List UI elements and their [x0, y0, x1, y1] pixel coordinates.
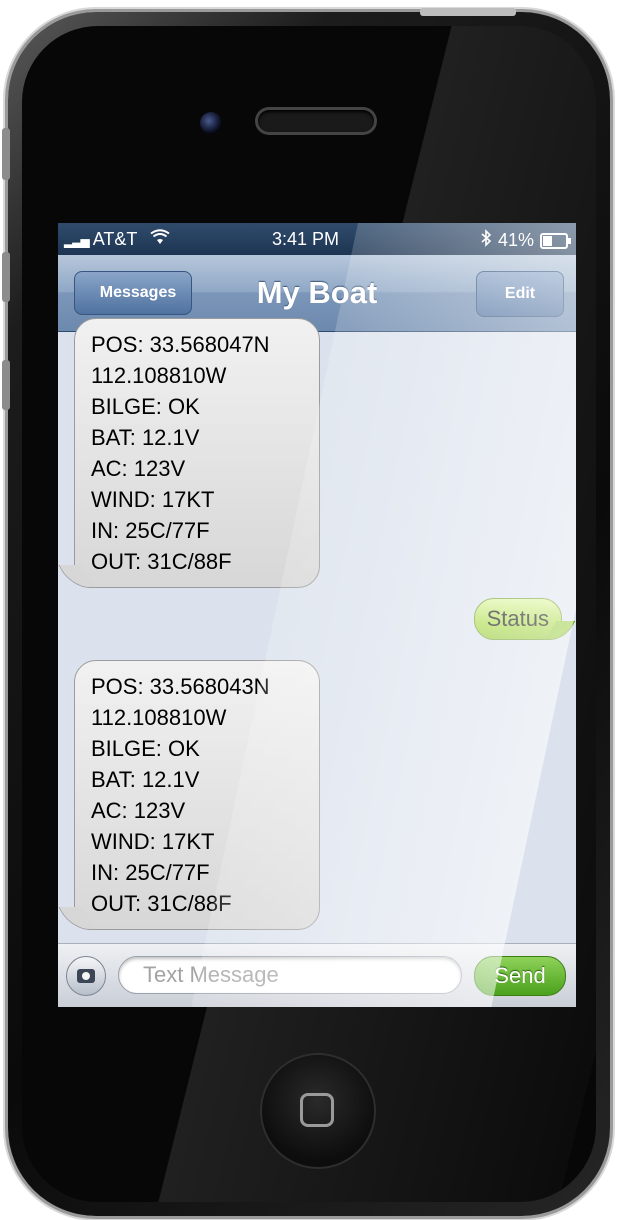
message-line: IN: 25C/77F [91, 518, 210, 543]
send-button[interactable]: Send [474, 956, 566, 996]
message-line: POS: 33.568043N [91, 674, 270, 699]
message-line: OUT: 31C/88F [91, 549, 232, 574]
message-line: IN: 25C/77F [91, 860, 210, 885]
power-button [420, 8, 516, 16]
message-line: AC: 123V [91, 456, 186, 481]
front-camera [200, 112, 222, 134]
mute-switch [2, 128, 10, 180]
message-line: BAT: 12.1V [91, 767, 200, 792]
outgoing-message: Status [473, 598, 562, 640]
message-line: BILGE: OK [91, 736, 200, 761]
phone-screen: ▂▃▅ AT&T 3:41 PM 41% Messages My Boat Ed… [58, 223, 576, 1007]
bluetooth-icon [480, 229, 492, 252]
message-composer: Text Message Send [58, 943, 576, 1007]
message-thread[interactable]: POS: 33.568047N 112.108810W BILGE: OK BA… [58, 318, 576, 942]
incoming-message-1: POS: 33.568047N 112.108810W BILGE: OK BA… [74, 318, 320, 588]
message-line: AC: 123V [91, 798, 186, 823]
signal-bars-icon: ▂▃▅ [64, 234, 90, 248]
battery-icon [540, 232, 571, 249]
carrier-group: ▂▃▅ AT&T [64, 229, 170, 250]
volume-down-button [2, 360, 10, 410]
wifi-icon [150, 229, 170, 249]
home-button-icon [300, 1093, 334, 1127]
status-bar: ▂▃▅ AT&T 3:41 PM 41% [58, 223, 576, 255]
battery-percent: 41% [497, 230, 534, 250]
earpiece-speaker [258, 110, 374, 132]
message-line: WIND: 17KT [91, 829, 215, 854]
camera-button[interactable] [66, 956, 106, 996]
edit-button[interactable]: Edit [476, 271, 564, 317]
message-input[interactable]: Text Message [118, 956, 462, 994]
message-line: OUT: 31C/88F [91, 891, 232, 916]
incoming-message-2: POS: 33.568043N 112.108810W BILGE: OK BA… [74, 660, 320, 930]
message-line: BILGE: OK [91, 394, 200, 419]
carrier-label: AT&T [92, 229, 138, 249]
message-line: 112.108810W [91, 705, 227, 730]
clock: 3:41 PM [272, 229, 340, 249]
message-line: BAT: 12.1V [91, 425, 200, 450]
message-line: 112.108810W [91, 363, 227, 388]
volume-up-button [2, 252, 10, 302]
home-button[interactable] [262, 1055, 374, 1167]
status-right-group: 41% [480, 229, 571, 252]
message-line: WIND: 17KT [91, 487, 215, 512]
camera-icon [77, 969, 95, 983]
message-line: POS: 33.568047N [91, 332, 270, 357]
